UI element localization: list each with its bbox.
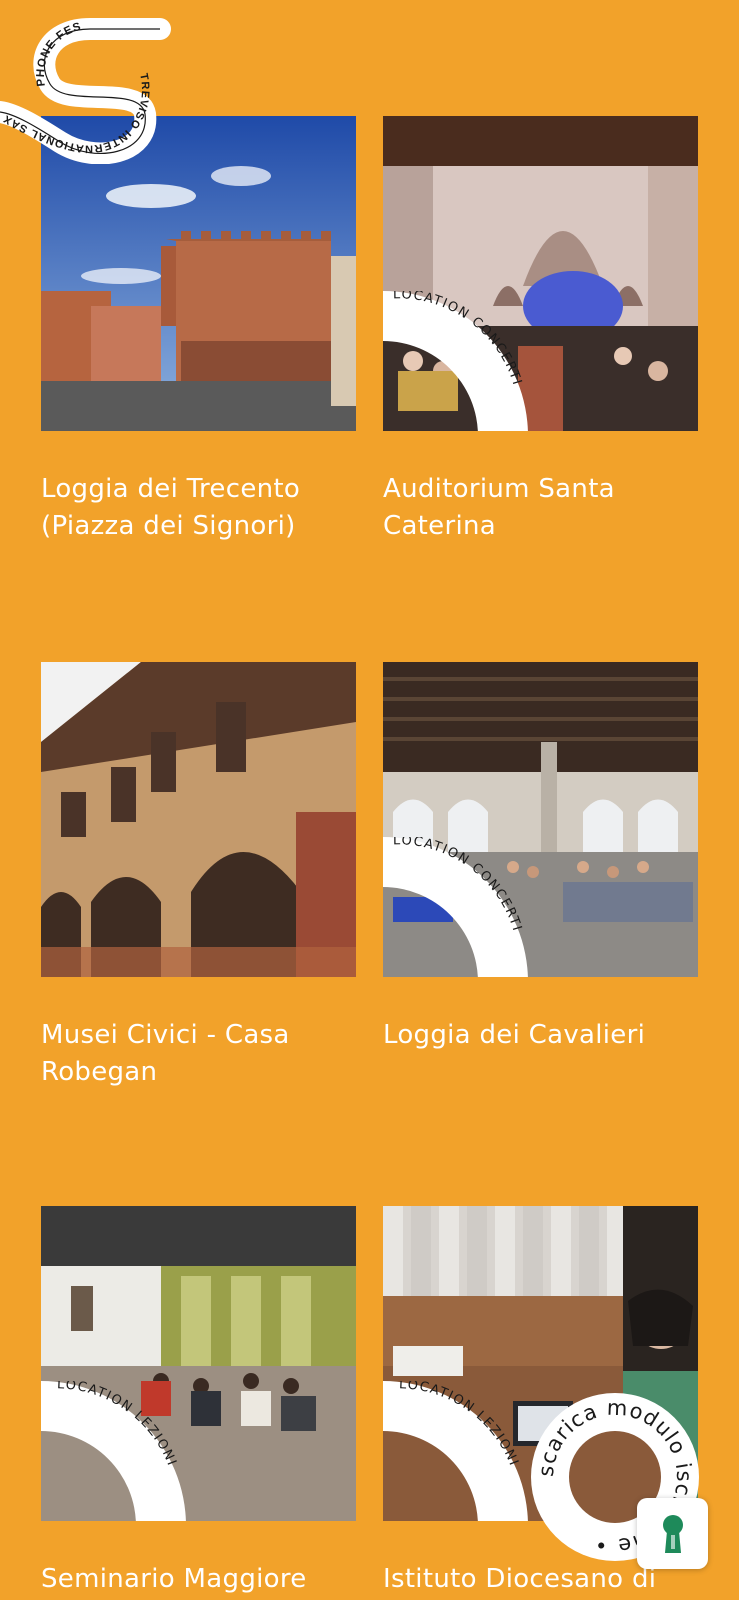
location-photo[interactable]: LOCATION CONCERTI xyxy=(383,662,698,977)
location-card-loggia-trecento[interactable]: Loggia dei Trecento (Piazza dei Signori) xyxy=(41,116,356,545)
location-photo[interactable] xyxy=(41,662,356,977)
location-title[interactable]: Seminario Maggiore xyxy=(41,1561,361,1598)
location-photo[interactable]: LOCATION LEZIONI xyxy=(41,1206,356,1521)
location-card-loggia-cavalieri[interactable]: LOCATION CONCERTI Loggia dei Cavalieri xyxy=(383,662,698,1054)
location-title[interactable]: Musei Civici - Casa Robegan xyxy=(41,1017,361,1091)
location-card-seminario-maggiore[interactable]: LOCATION LEZIONI Seminario Maggiore xyxy=(41,1206,356,1598)
location-badge: LOCATION CONCERTI xyxy=(383,291,528,431)
location-badge: LOCATION LEZIONI xyxy=(41,1381,186,1521)
location-title[interactable]: Auditorium Santa Caterina xyxy=(383,471,703,545)
location-badge: LOCATION LEZIONI xyxy=(383,1381,528,1521)
accessibility-button[interactable] xyxy=(637,1498,708,1569)
festival-logo[interactable]: PHONE FESTIVAL TREVISO INTERNATIONAL SAX… xyxy=(0,5,175,165)
location-card-auditorium-santa-caterina[interactable]: LOCATION CONCERTI Auditorium Santa Cater… xyxy=(383,116,698,545)
location-badge: LOCATION CONCERTI xyxy=(383,837,528,977)
location-card-musei-civici[interactable]: Musei Civici - Casa Robegan xyxy=(41,662,356,1091)
location-photo[interactable]: LOCATION CONCERTI xyxy=(383,116,698,431)
location-title[interactable]: Loggia dei Cavalieri xyxy=(383,1017,703,1054)
location-title[interactable]: Loggia dei Trecento (Piazza dei Signori) xyxy=(41,471,361,545)
keyhole-icon xyxy=(662,1514,683,1553)
